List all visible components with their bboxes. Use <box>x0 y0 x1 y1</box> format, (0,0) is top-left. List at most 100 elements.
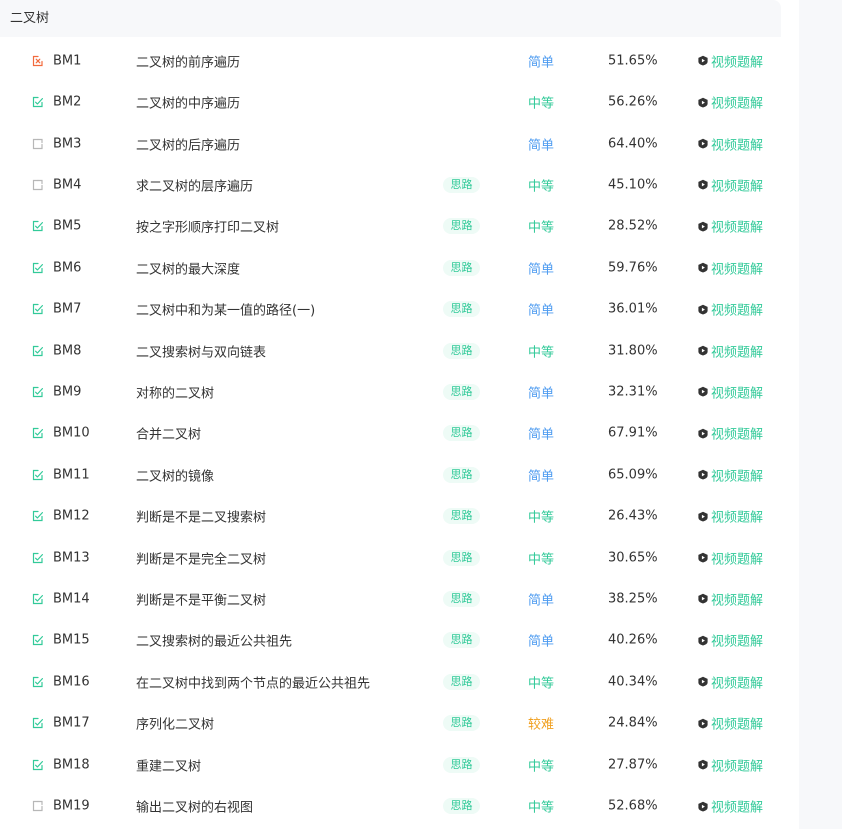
video-solution-link[interactable]: 视频题解 <box>697 175 763 194</box>
problem-title-link[interactable]: 二叉树的镜像 <box>136 465 214 484</box>
video-play-icon <box>698 718 708 729</box>
problem-row[interactable]: BM1 二叉树的前序遍历 简单 51.65% 视频题解 <box>0 40 781 81</box>
difficulty-label: 简单 <box>528 55 555 71</box>
problem-title-link[interactable]: 合并二叉树 <box>136 424 201 443</box>
problem-code: BM17 <box>53 715 90 731</box>
problem-title-link[interactable]: 二叉树的前序遍历 <box>136 51 240 70</box>
video-solution-link[interactable]: 视频题解 <box>697 589 763 608</box>
difficulty-label: 中等 <box>528 510 555 526</box>
video-play-icon <box>698 428 708 439</box>
video-solution-link[interactable]: 视频题解 <box>697 217 763 236</box>
video-play-icon <box>698 759 708 770</box>
video-play-icon <box>698 801 708 812</box>
problem-row[interactable]: BM3 二叉树的后序遍历 简单 64.40% 视频题解 <box>0 123 781 164</box>
problem-row[interactable]: BM16 在二叉树中找到两个节点的最近公共祖先 思路 中等 40.34% 视频题… <box>0 661 781 702</box>
panel-header: 二叉树 <box>0 0 781 37</box>
problem-title-link[interactable]: 二叉树的最大深度 <box>136 258 240 277</box>
video-solution-link[interactable]: 视频题解 <box>697 714 763 733</box>
video-solution-link[interactable]: 视频题解 <box>697 631 763 650</box>
problem-title-link[interactable]: 判断是不是完全二叉树 <box>136 548 266 567</box>
problem-row[interactable]: BM9 对称的二叉树 思路 简单 32.31% 视频题解 <box>0 371 781 412</box>
problem-title-link[interactable]: 在二叉树中找到两个节点的最近公共祖先 <box>136 672 370 691</box>
problem-row[interactable]: BM6 二叉树的最大深度 思路 简单 59.76% 视频题解 <box>0 247 781 288</box>
hint-badge[interactable]: 思路 <box>443 590 480 607</box>
problem-row[interactable]: BM12 判断是不是二叉搜索树 思路 中等 26.43% 视频题解 <box>0 495 781 536</box>
problem-list: BM1 二叉树的前序遍历 简单 51.65% 视频题解 BM2 二叉树的中序遍历… <box>0 40 781 827</box>
problem-title-link[interactable]: 二叉搜索树与双向链表 <box>136 341 266 360</box>
video-solution-link[interactable]: 视频题解 <box>697 548 763 567</box>
status-solved-icon <box>32 428 43 439</box>
video-solution-link[interactable]: 视频题解 <box>697 93 763 112</box>
video-solution-link[interactable]: 视频题解 <box>697 507 763 526</box>
hint-badge[interactable]: 思路 <box>443 632 480 649</box>
problem-row[interactable]: BM5 按之字形顺序打印二叉树 思路 中等 28.52% 视频题解 <box>0 206 781 247</box>
video-solution-link[interactable]: 视频题解 <box>697 51 763 70</box>
problem-title-link[interactable]: 二叉树的中序遍历 <box>136 93 240 112</box>
pass-rate: 28.52% <box>608 218 658 234</box>
video-solution-link[interactable]: 视频题解 <box>697 300 763 319</box>
video-solution-link[interactable]: 视频题解 <box>697 382 763 401</box>
status-solved-icon <box>32 469 43 480</box>
problem-title-link[interactable]: 按之字形顺序打印二叉树 <box>136 217 279 236</box>
hint-badge[interactable]: 思路 <box>443 176 480 193</box>
problem-title-link[interactable]: 序列化二叉树 <box>136 714 214 733</box>
video-play-icon <box>698 469 708 480</box>
video-solution-link[interactable]: 视频题解 <box>697 341 763 360</box>
problem-title-link[interactable]: 对称的二叉树 <box>136 382 214 401</box>
problem-row[interactable]: BM15 二叉搜索树的最近公共祖先 思路 简单 40.26% 视频题解 <box>0 620 781 661</box>
problem-title-link[interactable]: 输出二叉树的右视图 <box>136 797 253 816</box>
pass-rate: 56.26% <box>608 94 658 110</box>
hint-badge[interactable]: 思路 <box>443 673 480 690</box>
hint-badge[interactable]: 思路 <box>443 259 480 276</box>
problem-row[interactable]: BM7 二叉树中和为某一值的路径(一) 思路 简单 36.01% 视频题解 <box>0 288 781 329</box>
problem-title-link[interactable]: 求二叉树的层序遍历 <box>136 175 253 194</box>
video-solution-link[interactable]: 视频题解 <box>697 424 763 443</box>
problem-code: BM12 <box>53 508 90 524</box>
hint-badge[interactable]: 思路 <box>443 756 480 773</box>
problem-title-link[interactable]: 二叉搜索树的最近公共祖先 <box>136 631 292 650</box>
video-solution-link[interactable]: 视频题解 <box>697 797 763 816</box>
problem-row[interactable]: BM17 序列化二叉树 思路 较难 24.84% 视频题解 <box>0 703 781 744</box>
difficulty-label: 简单 <box>528 138 555 154</box>
video-solution-link[interactable]: 视频题解 <box>697 258 763 277</box>
hint-badge[interactable]: 思路 <box>443 383 480 400</box>
hint-badge[interactable]: 思路 <box>443 715 480 732</box>
hint-badge[interactable]: 思路 <box>443 466 480 483</box>
problem-row[interactable]: BM8 二叉搜索树与双向链表 思路 中等 31.80% 视频题解 <box>0 330 781 371</box>
status-solved-icon <box>32 304 43 315</box>
problem-title-link[interactable]: 判断是不是平衡二叉树 <box>136 589 266 608</box>
problem-row[interactable]: BM18 重建二叉树 思路 中等 27.87% 视频题解 <box>0 744 781 785</box>
problem-title-link[interactable]: 判断是不是二叉搜索树 <box>136 507 266 526</box>
video-solution-link[interactable]: 视频题解 <box>697 134 763 153</box>
video-solution-link[interactable]: 视频题解 <box>697 755 763 774</box>
problem-row[interactable]: BM11 二叉树的镜像 思路 简单 65.09% 视频题解 <box>0 454 781 495</box>
problem-title-link[interactable]: 二叉树中和为某一值的路径(一) <box>136 300 315 319</box>
difficulty-label: 简单 <box>528 427 555 443</box>
problem-row[interactable]: BM13 判断是不是完全二叉树 思路 中等 30.65% 视频题解 <box>0 537 781 578</box>
video-play-icon <box>698 345 708 356</box>
video-play-icon <box>698 594 708 604</box>
hint-badge[interactable]: 思路 <box>443 301 480 318</box>
problem-row[interactable]: BM2 二叉树的中序遍历 中等 56.26% 视频题解 <box>0 81 781 122</box>
problem-title-link[interactable]: 重建二叉树 <box>136 755 201 774</box>
problem-code: BM19 <box>53 798 90 814</box>
hint-badge[interactable]: 思路 <box>443 425 480 442</box>
difficulty-label: 简单 <box>528 386 555 402</box>
hint-badge[interactable]: 思路 <box>443 798 480 815</box>
problem-title-link[interactable]: 二叉树的后序遍历 <box>136 134 240 153</box>
hint-badge[interactable]: 思路 <box>443 549 480 566</box>
hint-badge[interactable]: 思路 <box>443 218 480 235</box>
hint-badge[interactable]: 思路 <box>443 342 480 359</box>
video-solution-link[interactable]: 视频题解 <box>697 672 763 691</box>
hint-badge[interactable]: 思路 <box>443 508 480 525</box>
problem-code: BM8 <box>53 343 82 359</box>
video-solution-label: 视频题解 <box>711 634 764 650</box>
problem-row[interactable]: BM10 合并二叉树 思路 简单 67.91% 视频题解 <box>0 413 781 454</box>
problem-code: BM16 <box>53 674 90 690</box>
status-solved-icon <box>32 552 43 563</box>
problem-row[interactable]: BM4 求二叉树的层序遍历 思路 中等 45.10% 视频题解 <box>0 164 781 205</box>
problem-row[interactable]: BM19 输出二叉树的右视图 思路 中等 52.68% 视频题解 <box>0 785 781 826</box>
video-solution-link[interactable]: 视频题解 <box>697 465 763 484</box>
problem-row[interactable]: BM14 判断是不是平衡二叉树 思路 简单 38.25% 视频题解 <box>0 578 781 619</box>
pass-rate: 38.25% <box>608 591 658 607</box>
